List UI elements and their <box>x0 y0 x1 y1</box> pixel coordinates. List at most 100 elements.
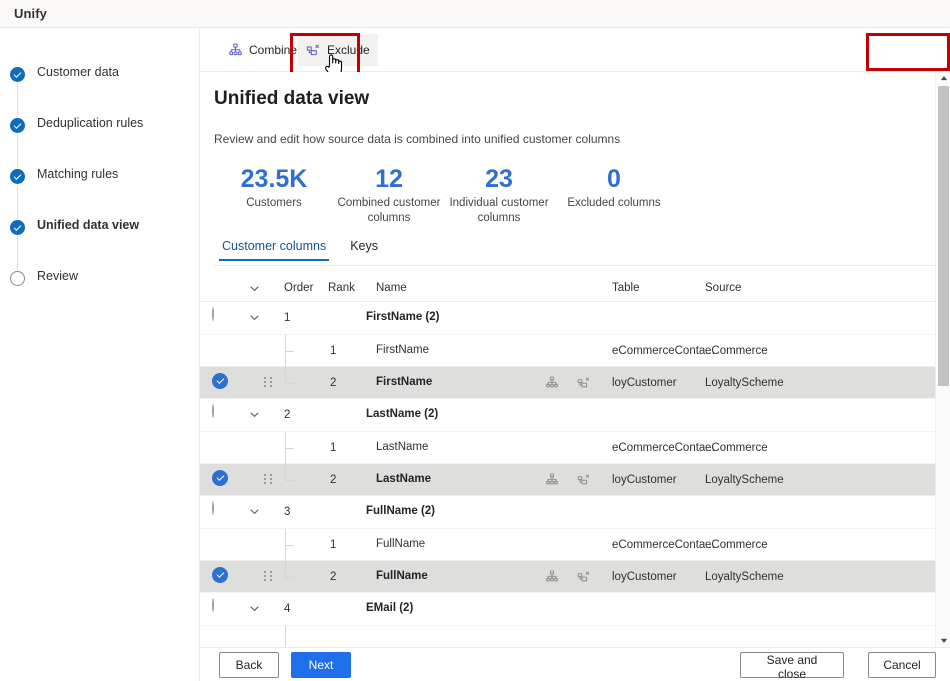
table-row[interactable]: 1 FullName eCommerceConta... eCommerce <box>200 529 936 561</box>
page-subtitle: Review and edit how source data is combi… <box>214 132 621 146</box>
wizard-steps-rail: Customer data Deduplication rules Matchi… <box>0 28 200 681</box>
columns-table: Order Rank Name Table Source 1 FirstName… <box>200 275 936 647</box>
table-row[interactable]: 2 FullName loyCustomer LoyaltyScheme <box>200 561 936 593</box>
scrollbar-thumb[interactable] <box>938 86 949 386</box>
save-and-close-button[interactable]: Save and close <box>740 652 844 681</box>
tab-keys[interactable]: Keys <box>342 235 386 261</box>
sidebar-item-review[interactable]: Review <box>0 269 199 321</box>
vertical-scrollbar[interactable] <box>935 72 950 647</box>
row-select-circle[interactable] <box>212 598 228 615</box>
scroll-up-arrow-icon[interactable] <box>936 72 950 85</box>
row-rank: 1 <box>330 345 337 357</box>
row-exclude-columns-icon[interactable] <box>577 376 591 390</box>
step-connector <box>17 185 18 219</box>
sidebar-item-matching-rules[interactable]: Matching rules <box>0 167 199 219</box>
row-select-circle[interactable] <box>212 307 228 324</box>
row-expand-chevron-down-icon[interactable] <box>248 408 261 421</box>
table-row-partial[interactable] <box>200 626 936 647</box>
combine-hierarchy-icon <box>228 43 243 58</box>
window-title: Unify <box>14 6 47 21</box>
page-title: Unified data view <box>214 88 370 109</box>
tab-customer-columns[interactable]: Customer columns <box>214 235 334 261</box>
tree-connector-stub <box>285 351 294 352</box>
tree-connector-line <box>285 561 286 578</box>
row-select-checked[interactable] <box>212 470 228 486</box>
summary-stats: 23.5K Customers 12 Combined customer col… <box>214 164 774 226</box>
row-order: 3 <box>284 506 291 518</box>
column-header-table[interactable]: Table <box>612 282 640 294</box>
column-header-source[interactable]: Source <box>705 282 741 294</box>
row-rank: 2 <box>330 571 337 583</box>
row-table: eCommerceConta... <box>612 539 715 551</box>
step-label: Review <box>37 269 78 283</box>
tree-connector-stub <box>285 545 294 546</box>
row-select-checked[interactable] <box>212 567 228 583</box>
sidebar-item-customer-data[interactable]: Customer data <box>0 65 199 117</box>
stat-value: 23 <box>485 165 513 193</box>
row-select-checked[interactable] <box>212 373 228 389</box>
row-table: loyCustomer <box>612 474 677 486</box>
sidebar-item-deduplication-rules[interactable]: Deduplication rules <box>0 116 199 168</box>
table-row[interactable]: 1 FirstName eCommerceConta... eCommerce <box>200 335 936 367</box>
cancel-button[interactable]: Cancel <box>868 652 936 678</box>
row-table: loyCustomer <box>612 571 677 583</box>
next-button[interactable]: Next <box>291 652 351 678</box>
scroll-down-arrow-icon[interactable] <box>936 634 950 647</box>
row-drag-handle-icon[interactable] <box>264 377 273 390</box>
row-exclude-columns-icon[interactable] <box>577 473 591 487</box>
row-order: 2 <box>284 409 291 421</box>
command-bar: Combine Exclude 10 selected <box>200 28 950 88</box>
row-expand-chevron-down-icon[interactable] <box>248 505 261 518</box>
step-label: Unified data view <box>37 218 140 232</box>
exclude-label: Exclude <box>327 43 370 57</box>
row-expand-chevron-down-icon[interactable] <box>248 602 261 615</box>
exclude-button[interactable]: Exclude <box>298 34 378 66</box>
step-connector <box>17 83 18 117</box>
row-combine-hierarchy-icon[interactable] <box>545 570 559 584</box>
row-combine-hierarchy-icon[interactable] <box>545 376 559 390</box>
row-rank: 2 <box>330 474 337 486</box>
row-table: eCommerceConta... <box>612 345 715 357</box>
table-row[interactable]: 4 EMail (2) <box>200 593 936 626</box>
step-label: Deduplication rules <box>37 116 144 130</box>
tree-connector-line <box>285 367 286 384</box>
row-table: eCommerceConta... <box>612 442 715 454</box>
stat-caption: Customers <box>246 197 302 209</box>
table-row[interactable]: 1 FirstName (2) <box>200 302 936 335</box>
step-complete-icon <box>10 169 25 184</box>
column-header-order[interactable]: Order <box>284 282 313 294</box>
row-exclude-columns-icon[interactable] <box>577 570 591 584</box>
row-source: LoyaltyScheme <box>705 571 784 583</box>
row-select-circle[interactable] <box>212 404 228 421</box>
row-drag-handle-icon[interactable] <box>264 474 273 487</box>
step-label: Customer data <box>37 65 119 79</box>
row-select-circle[interactable] <box>212 501 228 518</box>
row-rank: 2 <box>330 377 337 389</box>
row-name: LastName <box>376 473 431 485</box>
step-complete-icon <box>10 220 25 235</box>
row-name: FirstName <box>376 376 433 388</box>
expand-all-chevron-down-icon[interactable] <box>248 282 261 295</box>
stat-value: 12 <box>375 165 403 193</box>
tree-connector-stub <box>285 383 294 384</box>
table-row[interactable]: 2 LastName loyCustomer LoyaltyScheme <box>200 464 936 496</box>
row-source: eCommerce <box>705 442 768 454</box>
table-row[interactable]: 1 LastName eCommerceConta... eCommerce <box>200 432 936 464</box>
content-tabs: Customer columns Keys <box>214 235 950 266</box>
step-connector <box>17 236 18 270</box>
table-row[interactable]: 3 FullName (2) <box>200 496 936 529</box>
table-row[interactable]: 2 FirstName loyCustomer LoyaltyScheme <box>200 367 936 399</box>
sidebar-item-unified-data-view[interactable]: Unified data view <box>0 218 199 270</box>
row-name: LastName <box>376 441 429 453</box>
column-header-name[interactable]: Name <box>376 282 407 294</box>
back-button[interactable]: Back <box>219 652 279 678</box>
step-label: Matching rules <box>37 167 119 181</box>
column-header-rank[interactable]: Rank <box>328 282 355 294</box>
row-expand-chevron-down-icon[interactable] <box>248 311 261 324</box>
stat-customers: 23.5K Customers <box>214 164 334 226</box>
row-combine-hierarchy-icon[interactable] <box>545 473 559 487</box>
row-drag-handle-icon[interactable] <box>264 571 273 584</box>
row-name: EMail (2) <box>366 602 414 614</box>
combine-button[interactable]: Combine <box>220 34 305 66</box>
table-row[interactable]: 2 LastName (2) <box>200 399 936 432</box>
